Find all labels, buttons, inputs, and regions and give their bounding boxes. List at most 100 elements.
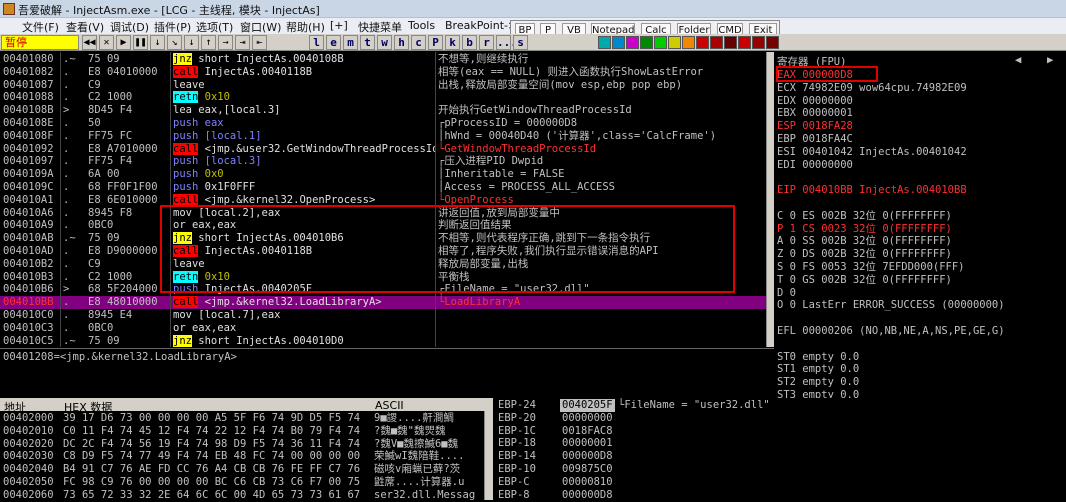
- menu-item[interactable]: 窗口(W): [240, 19, 281, 35]
- plugin-icon[interactable]: [724, 36, 737, 49]
- disasm-row[interactable]: 0040109A. 6A 00 push 0x0 │Inheritable = FAL…: [0, 168, 774, 181]
- disasm-row[interactable]: 0040108B >8D45 F4 lea eax,[local.3] 开始执行Get…: [0, 104, 774, 117]
- register-row[interactable]: ESP 0018FA28: [777, 120, 853, 133]
- menu-item[interactable]: 调试(D): [110, 19, 149, 35]
- register-row[interactable]: ST1 empty 0.0: [777, 363, 859, 376]
- register-row[interactable]: EDX 00000000: [777, 95, 853, 108]
- registers-pane[interactable]: 寄存器 (FPU) ◀ ▶ EAX 000000D8 ECX 74982E09 w…: [775, 52, 1066, 414]
- register-row[interactable]: ST2 empty 0.0: [777, 376, 859, 389]
- plugin-icon[interactable]: [598, 36, 611, 49]
- register-row[interactable]: ST0 empty 0.0: [777, 351, 859, 364]
- plugin-icon[interactable]: [752, 36, 765, 49]
- plugin-icon[interactable]: [626, 36, 639, 49]
- right-arrow-icon[interactable]: ▶: [1047, 54, 1053, 66]
- window-letter-button[interactable]: s: [513, 35, 528, 50]
- window-letter-button[interactable]: t: [360, 35, 375, 50]
- window-letter-button[interactable]: b: [462, 35, 477, 50]
- debug-control-icon[interactable]: ✕: [99, 35, 114, 50]
- menu-item[interactable]: 快捷菜单: [358, 19, 402, 35]
- disasm-row[interactable]: 00401092. E8 A7010000 call <jmp.&user32.Ge…: [0, 142, 774, 156]
- debug-control-icon[interactable]: ◀◀: [82, 35, 97, 50]
- disasm-row[interactable]: 004010C5 .~ 75 09 jnz short InjectAs.004010…: [0, 334, 774, 347]
- debug-control-icon[interactable]: ↘: [167, 35, 182, 50]
- plugin-icon[interactable]: [612, 36, 625, 49]
- register-row[interactable]: S 0 FS 0053 32位 7EFDD000(FFF): [777, 261, 965, 274]
- disasm-row[interactable]: 00401082. E8 04010000 call InjectAs.004011…: [0, 65, 774, 79]
- disasm-row[interactable]: 00401087. C9 leave 出栈,释放局部变量空间(mov esp,ebp …: [0, 79, 774, 92]
- window-letter-button[interactable]: ...: [496, 35, 517, 50]
- register-row[interactable]: A 0 SS 002B 32位 0(FFFFFFFF): [777, 235, 952, 248]
- disasm-row[interactable]: 004010C3. 0BC0 or eax,eax: [0, 322, 774, 335]
- hex-dump-pane[interactable]: 地址 HEX 数据 ASCII 00402000 39 17 D6 73 00 0…: [0, 398, 493, 501]
- plugin-icon[interactable]: [640, 36, 653, 49]
- disasm-row[interactable]: 00401088. C2 1000 retn 0x10: [0, 91, 774, 104]
- menu-item[interactable]: [+]: [330, 19, 348, 32]
- register-row[interactable]: EIP 004010BB InjectAs.004010BB: [777, 184, 967, 197]
- stack-row[interactable]: EBP-10 009875C0: [494, 463, 1066, 476]
- debug-control-icon[interactable]: ▶: [116, 35, 131, 50]
- menu-item[interactable]: 查看(V): [66, 19, 104, 35]
- disasm-hex: 0BC0: [88, 321, 114, 334]
- menu-item[interactable]: 帮助(H): [286, 19, 325, 35]
- disasm-row[interactable]: 0040108F. FF75 FC push [local.1] │hWnd = 00…: [0, 130, 774, 143]
- stack-row[interactable]: EBP-14 000000D8: [494, 450, 1066, 463]
- register-row[interactable]: C 0 ES 002B 32位 0(FFFFFFFF): [777, 210, 952, 223]
- debug-control-icon[interactable]: ⇤: [252, 35, 267, 50]
- window-letter-button[interactable]: r: [479, 35, 494, 50]
- disasm-row[interactable]: 0040108E. 50 push eax ┌pProcessID = 000000D…: [0, 117, 774, 130]
- stack-row[interactable]: EBP-1C 0018FAC8: [494, 425, 1066, 438]
- register-row[interactable]: EBX 00000001: [777, 107, 853, 120]
- stack-row[interactable]: EBP-18 00000001: [494, 437, 1066, 450]
- plugin-icon[interactable]: [668, 36, 681, 49]
- debug-control-icon[interactable]: ⇥: [235, 35, 250, 50]
- plugin-icon[interactable]: [738, 36, 751, 49]
- plugin-icon[interactable]: [710, 36, 723, 49]
- register-row[interactable]: P 1 CS 0023 32位 0(FFFFFFFF): [777, 223, 952, 236]
- left-arrow-icon[interactable]: ◀: [1015, 54, 1021, 66]
- disasm-row[interactable]: 004010BB. E8 48010000 call <jmp.&kernel32.…: [0, 296, 774, 310]
- hex-scrollbar[interactable]: [484, 411, 493, 500]
- register-row[interactable]: ECX 74982E09 wow64cpu.74982E09: [777, 82, 967, 95]
- disasm-scrollbar[interactable]: [766, 52, 774, 347]
- plugin-icon[interactable]: [654, 36, 667, 49]
- menu-item[interactable]: BreakPoint->: [445, 19, 517, 32]
- disasm-row[interactable]: 004010C0. 8945 E4 mov [local.7],eax: [0, 309, 774, 322]
- debug-control-icon[interactable]: →: [218, 35, 233, 50]
- menu-item[interactable]: 插件(P): [154, 19, 191, 35]
- disasm-row[interactable]: 00401080 .~ 75 09 jnz short InjectAs.004010…: [0, 53, 774, 66]
- debug-control-icon[interactable]: ↓: [184, 35, 199, 50]
- debug-control-icon[interactable]: ↓: [150, 35, 165, 50]
- disasm-row[interactable]: 00401097. FF75 F4 push [local.3] ┌压入进程PID D…: [0, 155, 774, 168]
- stack-row[interactable]: EBP-24 0040205F └FileName = "user32.dll": [494, 399, 1066, 412]
- disassembly-pane[interactable]: 00401080 .~ 75 09 jnz short InjectAs.004010…: [0, 52, 774, 347]
- register-row[interactable]: EFL 00000206 (NO,NB,NE,A,NS,PE,GE,G): [777, 325, 1005, 338]
- register-row[interactable]: Z 0 DS 002B 32位 0(FFFFFFFF): [777, 248, 952, 261]
- plugin-icon[interactable]: [766, 36, 779, 49]
- debug-control-icon[interactable]: ↑: [201, 35, 216, 50]
- menu-item[interactable]: Tools: [408, 19, 435, 32]
- stack-row[interactable]: EBP-C 00000810: [494, 476, 1066, 489]
- plugin-icon[interactable]: [696, 36, 709, 49]
- window-letter-button[interactable]: m: [343, 35, 358, 50]
- window-letter-button[interactable]: l: [309, 35, 324, 50]
- disasm-marker: .: [63, 245, 70, 257]
- debug-control-icon[interactable]: ❚❚: [133, 35, 148, 50]
- window-letter-button[interactable]: c: [411, 35, 426, 50]
- stack-pane[interactable]: EBP-24 0040205F └FileName = "user32.dll" EB…: [494, 398, 1066, 501]
- register-row[interactable]: D 0: [777, 287, 796, 300]
- window-letter-button[interactable]: h: [394, 35, 409, 50]
- register-row[interactable]: EDI 00000000: [777, 159, 853, 172]
- window-letter-button[interactable]: w: [377, 35, 392, 50]
- register-row[interactable]: O 0 LastErr ERROR_SUCCESS (00000000): [777, 299, 1005, 312]
- menu-item[interactable]: 选项(T): [196, 19, 233, 35]
- disasm-row[interactable]: 0040109C. 68 FF0F1F00 push 0x1F0FFF │Access…: [0, 181, 774, 194]
- window-letter-button[interactable]: e: [326, 35, 341, 50]
- register-row[interactable]: T 0 GS 002B 32位 0(FFFFFFFF): [777, 274, 952, 287]
- register-row[interactable]: ESI 00401042 InjectAs.00401042: [777, 146, 967, 159]
- window-letter-button[interactable]: k: [445, 35, 460, 50]
- stack-row[interactable]: EBP-20 00000000: [494, 412, 1066, 425]
- plugin-icon[interactable]: [682, 36, 695, 49]
- window-letter-button[interactable]: P: [428, 35, 443, 50]
- menu-item[interactable]: 文件(F): [22, 19, 59, 35]
- register-row[interactable]: EBP 0018FA4C: [777, 133, 853, 146]
